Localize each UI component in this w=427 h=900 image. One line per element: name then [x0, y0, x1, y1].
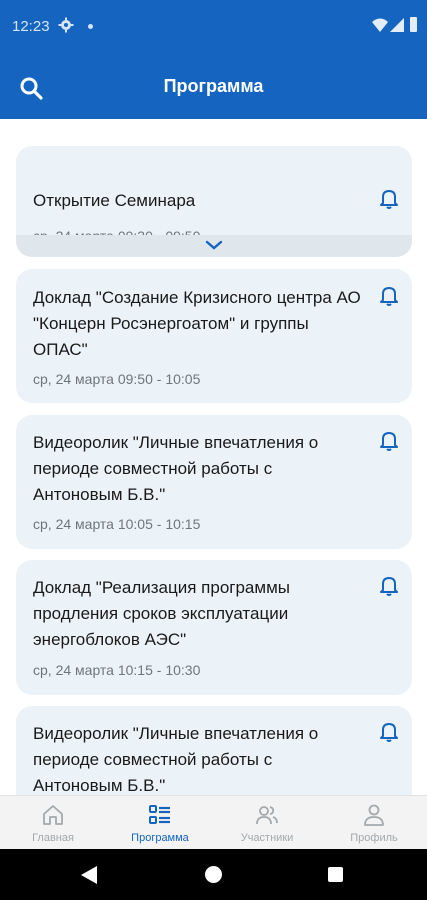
- bell-icon[interactable]: [378, 574, 400, 596]
- nav-item-label: Профиль: [350, 832, 398, 844]
- nav-item-label: Программа: [131, 832, 189, 844]
- bottom-navigation: Главная Программа Участники Профиль: [0, 795, 427, 849]
- nav-item-profile[interactable]: Профиль: [321, 796, 427, 849]
- event-title: Открытие Семинара: [33, 191, 196, 210]
- wifi-icon: [372, 18, 388, 32]
- status-bar: 12:23: [0, 0, 427, 56]
- back-triangle-icon[interactable]: [80, 865, 98, 885]
- notification-dot-icon: [88, 24, 93, 29]
- program-list[interactable]: Открытие Семинара ср, 24 марта 09:30 - 0…: [0, 119, 427, 795]
- bell-icon[interactable]: [378, 720, 400, 742]
- event-title: Видеоролик "Личные впечатления о периоде…: [33, 433, 319, 504]
- system-navigation-bar: [0, 849, 427, 900]
- event-card[interactable]: Видеоролик "Личные впечатления о периоде…: [16, 706, 412, 795]
- participants-icon: [256, 806, 278, 825]
- recent-apps-square-icon[interactable]: [328, 867, 343, 882]
- nav-item-program[interactable]: Программа: [107, 796, 213, 849]
- bell-icon[interactable]: [378, 429, 400, 451]
- signal-icon: [390, 18, 404, 32]
- event-card[interactable]: Открытие Семинара ср, 24 марта 09:30 - 0…: [16, 146, 412, 257]
- home-circle-icon[interactable]: [205, 866, 222, 883]
- battery-icon: [410, 17, 417, 32]
- nav-item-home[interactable]: Главная: [0, 796, 106, 849]
- settings-gear-icon: [58, 17, 74, 33]
- event-title: Доклад "Создание Кризисного центра АО "К…: [33, 288, 361, 359]
- program-list-icon: [149, 805, 170, 824]
- event-card[interactable]: Доклад "Создание Кризисного центра АО "К…: [16, 269, 412, 403]
- event-card[interactable]: Видеоролик "Личные впечатления о периоде…: [16, 415, 412, 549]
- event-time: ср, 24 марта 10:05 - 10:15: [33, 516, 201, 532]
- event-title: Доклад "Реализация программы продления с…: [33, 578, 290, 649]
- event-time: ср, 24 марта 10:15 - 10:30: [33, 662, 201, 678]
- page-title: Программа: [163, 76, 264, 96]
- home-icon: [43, 805, 63, 825]
- expand-toggle[interactable]: [16, 235, 412, 257]
- app-bar: Программа: [0, 56, 427, 119]
- profile-icon: [364, 804, 384, 826]
- event-card[interactable]: Доклад "Реализация программы продления с…: [16, 560, 412, 695]
- bell-icon[interactable]: [378, 187, 400, 209]
- status-time: 12:23: [12, 18, 50, 35]
- bell-icon[interactable]: [378, 284, 400, 306]
- event-time: ср, 24 марта 09:50 - 10:05: [33, 371, 201, 387]
- nav-item-label: Главная: [32, 832, 74, 844]
- event-title: Видеоролик "Личные впечатления о периоде…: [33, 724, 319, 795]
- nav-item-participants[interactable]: Участники: [214, 796, 320, 849]
- chevron-down-icon: [205, 240, 223, 250]
- nav-item-label: Участники: [240, 832, 294, 844]
